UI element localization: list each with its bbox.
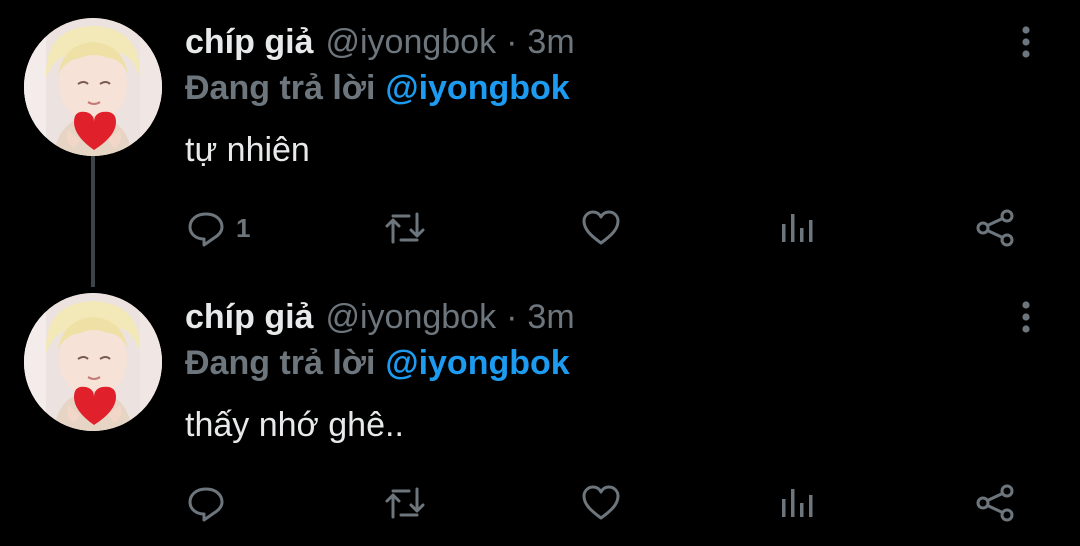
- tweet-text: thấy nhớ ghê..: [185, 406, 404, 444]
- user-handle[interactable]: @iyongbok: [325, 20, 496, 64]
- replying-to-mention[interactable]: @iyongbok: [385, 69, 569, 107]
- avatar[interactable]: [24, 18, 162, 156]
- avatar[interactable]: [24, 293, 162, 431]
- reply-count: 1: [236, 212, 251, 243]
- share-icon: [973, 483, 1017, 523]
- tweet[interactable]: chíp giả @iyongbok · 3m Đang trả lời @iyo…: [0, 0, 1080, 271]
- display-name[interactable]: chíp giả: [185, 295, 313, 339]
- tweet[interactable]: chíp giả @iyongbok · 3m Đang trả lời @iyo…: [0, 275, 1080, 546]
- separator-dot: ·: [506, 298, 518, 336]
- tweet-actions: 1: [0, 206, 1080, 250]
- tweet-text: tự nhiên: [185, 131, 310, 169]
- timestamp[interactable]: 3m: [527, 20, 574, 64]
- reply-icon: [186, 208, 226, 248]
- tweet-header: chíp giả @iyongbok · 3m: [185, 295, 575, 339]
- reply-icon: [186, 483, 226, 523]
- retweet-icon: [383, 483, 427, 523]
- share-icon: [973, 208, 1017, 248]
- tweet-actions: [0, 481, 1080, 525]
- reply-button[interactable]: [186, 481, 236, 525]
- reply-button[interactable]: 1: [186, 206, 250, 250]
- like-icon: [580, 483, 622, 523]
- timestamp[interactable]: 3m: [527, 295, 574, 339]
- retweet-icon: [383, 208, 427, 248]
- replying-to: Đang trả lời @iyongbok: [185, 66, 570, 110]
- share-button[interactable]: [973, 481, 1017, 525]
- replying-to-label: Đang trả lời: [185, 344, 376, 382]
- like-icon: [580, 208, 622, 248]
- separator-dot: ·: [506, 23, 518, 61]
- display-name[interactable]: chíp giả: [185, 20, 313, 64]
- stats-button[interactable]: [778, 206, 818, 250]
- user-handle[interactable]: @iyongbok: [325, 295, 496, 339]
- stats-button[interactable]: [778, 481, 818, 525]
- like-button[interactable]: [580, 206, 622, 250]
- stats-icon: [778, 483, 818, 523]
- tweet-header: chíp giả @iyongbok · 3m: [185, 20, 575, 64]
- more-vertical-icon[interactable]: [1014, 24, 1038, 60]
- replying-to-label: Đang trả lời: [185, 69, 376, 107]
- retweet-button[interactable]: [383, 481, 427, 525]
- more-vertical-icon[interactable]: [1014, 299, 1038, 335]
- like-button[interactable]: [580, 481, 622, 525]
- replying-to: Đang trả lời @iyongbok: [185, 341, 570, 385]
- share-button[interactable]: [973, 206, 1017, 250]
- stats-icon: [778, 208, 818, 248]
- retweet-button[interactable]: [383, 206, 427, 250]
- replying-to-mention[interactable]: @iyongbok: [385, 344, 569, 382]
